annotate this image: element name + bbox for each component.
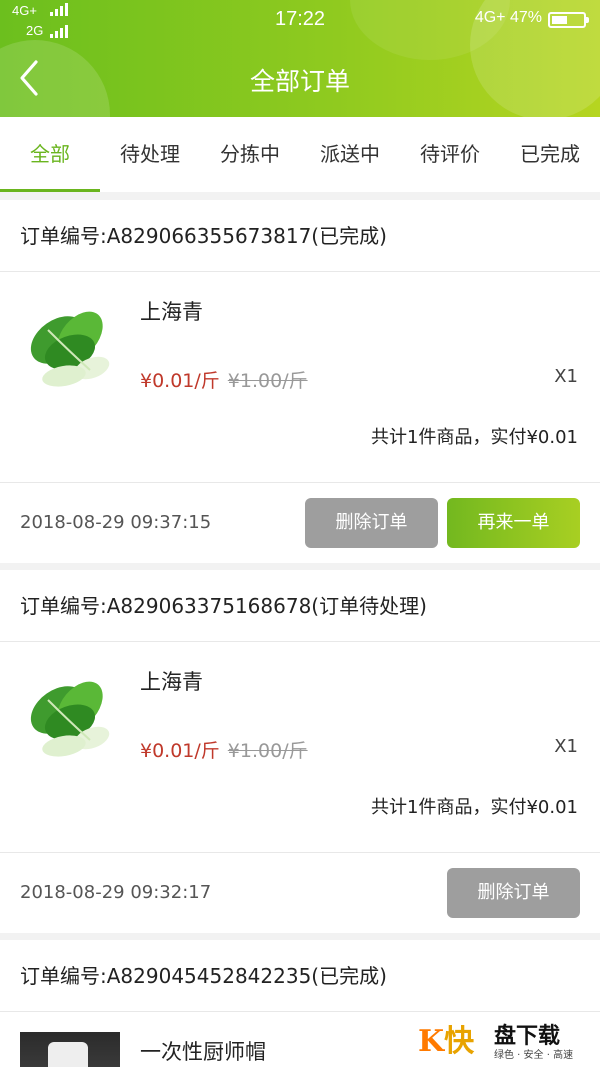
order-item[interactable]: 上海青 ¥0.01/斤 ¥1.00/斤 X1 [0,642,600,782]
site-watermark: K快 盘下载 绿色 · 安全 · 高速 [414,1012,594,1064]
original-price: ¥1.00/斤 [227,370,308,392]
product-name: 上海青 [140,300,203,324]
tab-completed[interactable]: 已完成 [500,117,600,192]
page-title: 全部订单 [249,67,350,96]
order-summary: 共计1件商品，实付¥0.01 [0,412,600,483]
network-label: 4G+ [474,9,506,26]
tab-to-review[interactable]: 待评价 [400,117,500,192]
tab-delivering[interactable]: 派送中 [300,117,400,192]
order-number: 订单编号:A829063375168678(订单待处理) [0,570,600,642]
delete-order-button[interactable]: 删除订单 [305,498,438,548]
order-time: 2018-08-29 09:37:15 [20,512,212,533]
product-quantity: X1 [554,736,578,757]
chef-hat-image [20,1032,120,1067]
tab-all[interactable]: 全部 [0,117,100,192]
watermark-logo: K快 [418,1024,475,1059]
order-number: 订单编号:A829066355673817(已完成) [0,200,600,272]
status-right: 4G+ 47% [475,9,542,27]
order-card: 订单编号:A829066355673817(已完成) 上海青 ¥0.01/斤 ¥1… [0,200,600,563]
product-name: 上海青 [140,670,203,694]
reorder-button[interactable]: 再来一单 [447,498,580,548]
tab-pending[interactable]: 待处理 [100,117,200,192]
product-price: ¥0.01/斤 ¥1.00/斤 [140,736,308,763]
order-tabs: 全部 待处理 分拣中 派送中 待评价 已完成 [0,117,600,192]
original-price: ¥1.00/斤 [227,740,308,762]
product-price: ¥0.01/斤 ¥1.00/斤 [140,366,308,393]
order-item[interactable]: 上海青 ¥0.01/斤 ¥1.00/斤 X1 [0,272,600,412]
product-name: 一次性厨师帽 [140,1040,266,1064]
sale-price: ¥0.01/斤 [140,740,220,762]
order-number: 订单编号:A829045452842235(已完成) [0,940,600,1012]
watermark-subtitle: 绿色 · 安全 · 高速 [494,1050,574,1061]
battery-percent: 47% [509,9,542,26]
delete-order-button[interactable]: 删除订单 [447,868,580,918]
product-quantity: X1 [554,366,578,387]
bok-choy-image [30,311,110,387]
order-card: 订单编号:A829063375168678(订单待处理) 上海青 ¥0.01/斤… [0,570,600,933]
sale-price: ¥0.01/斤 [140,370,220,392]
order-summary: 共计1件商品，实付¥0.01 [0,782,600,853]
status-bar: 4G+ 2G 17:22 4G+ 47% [0,0,600,42]
bok-choy-image [30,681,110,757]
tab-sorting[interactable]: 分拣中 [200,117,300,192]
battery-icon [548,12,589,28]
order-footer: 2018-08-29 09:32:17 删除订单 [0,853,600,933]
order-footer: 2018-08-29 09:37:15 删除订单 再来一单 [0,483,600,563]
order-time: 2018-08-29 09:32:17 [20,882,212,903]
app-header: 4G+ 2G 17:22 4G+ 47% 全部订单 [0,0,600,117]
